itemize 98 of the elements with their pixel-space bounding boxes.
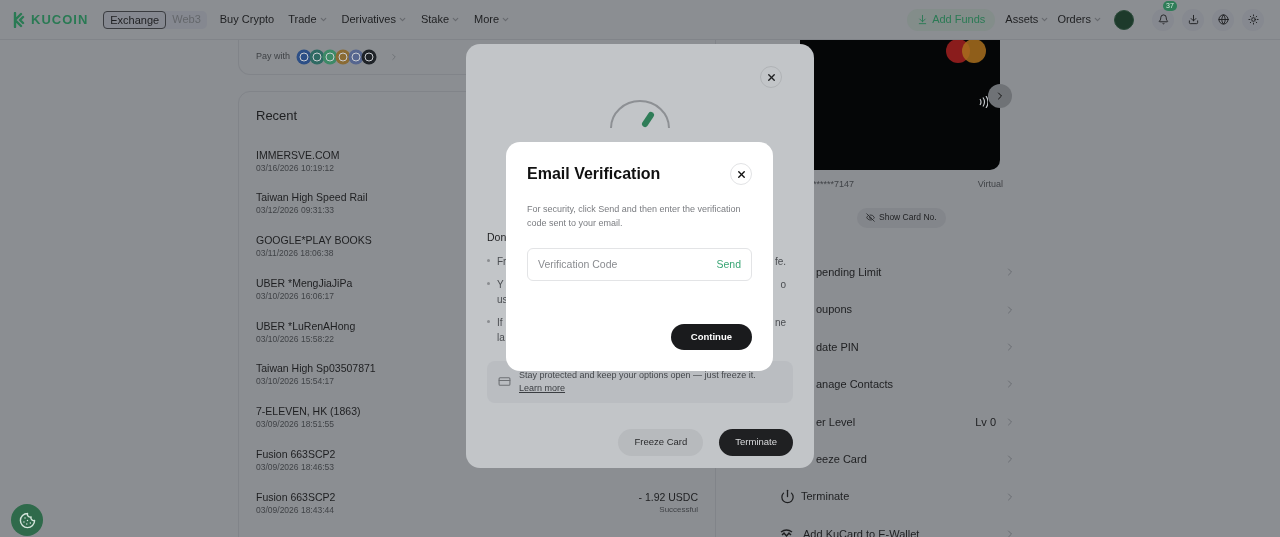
- menu-item-label: er Level: [816, 414, 856, 430]
- card-menu-item[interactable]: Terminate: [760, 477, 1040, 516]
- menu-item-label: oupons: [816, 302, 853, 318]
- nav-item[interactable]: Stake: [420, 11, 461, 28]
- transaction-time: 03/11/2026 18:06:38: [256, 247, 335, 260]
- transaction-time: 03/16/2026 10:19:12: [256, 161, 335, 174]
- merchant-name: UBER *LuRenAHong: [256, 318, 356, 333]
- bullet-text: If: [497, 315, 504, 330]
- logo-icon: [13, 11, 27, 28]
- caret-icon: [397, 15, 407, 24]
- caret-icon: [451, 15, 461, 24]
- globe-icon: [1217, 14, 1229, 25]
- card-icon: [498, 375, 511, 389]
- transaction-time: 03/10/2026 16:06:17: [256, 289, 335, 302]
- menu-item[interactable]: Orders: [1057, 11, 1102, 28]
- menu-item[interactable]: Assets: [1005, 11, 1050, 28]
- nav-item[interactable]: Buy Crypto: [219, 11, 275, 28]
- nav-item[interactable]: Derivatives: [341, 11, 407, 28]
- close-icon: [735, 168, 747, 180]
- merchant-name: GOOGLE*PLAY BOOKS: [256, 233, 372, 248]
- terminate-button[interactable]: Terminate: [719, 428, 793, 456]
- dialog-heading: Don: [487, 230, 508, 245]
- coin-icon: [309, 49, 325, 65]
- show-card-number-button[interactable]: Show Card No.: [857, 207, 946, 228]
- logo-text: KUCOIN: [31, 10, 89, 29]
- menu-item-label: pending Limit: [816, 264, 882, 280]
- verification-code-field[interactable]: Verification Code Send: [527, 248, 752, 281]
- coin-icon: [322, 49, 338, 65]
- transaction-time: 03/09/2026 18:51:55: [256, 418, 335, 431]
- learn-more-link[interactable]: Learn more: [519, 381, 566, 395]
- contactless-icon: [978, 96, 988, 108]
- wallet-link-icon: [780, 529, 793, 537]
- download-icon: [1187, 14, 1199, 25]
- card-menu-item[interactable]: anage Contacts: [760, 365, 1040, 404]
- card-type: Virtual: [977, 178, 1003, 191]
- menu-item-label: date PIN: [816, 339, 859, 355]
- bullet-text: ne: [774, 315, 786, 330]
- deposit-icon: [917, 14, 929, 25]
- coin-icon: [348, 49, 364, 65]
- mode-tab[interactable]: Exchange: [103, 10, 167, 29]
- transaction-time: 03/10/2026 15:54:17: [256, 375, 335, 388]
- merchant-name: 7-ELEVEN, HK (1863): [256, 404, 361, 419]
- bullet-text: la: [497, 330, 505, 345]
- card-number: ******7147: [813, 178, 855, 191]
- transaction-time: 03/09/2026 18:46:53: [256, 461, 335, 474]
- eye-slash-icon: [866, 213, 875, 222]
- continue-button[interactable]: Continue: [670, 324, 752, 350]
- card-menu-item[interactable]: Add KuCard to E-Wallet: [760, 515, 1040, 537]
- menu-item-label: eeze Card: [816, 451, 867, 467]
- power-icon: [780, 489, 795, 505]
- dialog-description: For security, click Send and then enter the verification code sent to your email.: [527, 203, 742, 230]
- freeze-card-button[interactable]: Freeze Card: [618, 428, 704, 456]
- language-button[interactable]: [1212, 8, 1234, 31]
- bullet-text: fe.: [774, 254, 786, 269]
- transaction-status: Successful: [659, 503, 698, 516]
- close-icon: [765, 71, 777, 83]
- caret-icon: [501, 15, 511, 24]
- transaction-time: 03/12/2026 09:31:33: [256, 204, 335, 217]
- transaction-time: 03/10/2026 15:58:22: [256, 332, 335, 345]
- theme-button[interactable]: [1242, 8, 1264, 31]
- nav-item[interactable]: Trade: [288, 11, 328, 28]
- info-text: Stay protected and keep your options open — just freeze it.: [519, 368, 756, 382]
- bullet-text: Fr: [497, 254, 507, 269]
- merchant-name: Fusion 663SCP2: [256, 489, 336, 504]
- menu-item-value: Lv 0: [975, 414, 996, 430]
- bullet-text: o: [780, 277, 786, 292]
- download-button[interactable]: [1182, 8, 1204, 31]
- next-card-button[interactable]: [988, 84, 1012, 108]
- bullet-text: Y: [497, 277, 505, 292]
- notifications-button[interactable]: [1152, 8, 1174, 31]
- merchant-name: IMMERSVE.COM: [256, 147, 340, 162]
- menu-item-label: Terminate: [801, 489, 850, 505]
- caret-icon: [318, 15, 328, 24]
- caret-icon: [1040, 15, 1050, 24]
- avatar[interactable]: [1114, 9, 1134, 30]
- transaction-amount: - 1.92 USDC: [638, 489, 698, 504]
- coin-icon: [361, 49, 377, 65]
- merchant-name: Taiwan High Speed Rail: [256, 190, 368, 205]
- cookie-icon: [18, 511, 36, 529]
- nav-item[interactable]: More: [474, 11, 511, 28]
- coin-icon: [335, 49, 351, 65]
- transaction-time: 03/09/2026 18:43:44: [256, 503, 335, 516]
- section-title: Recent: [256, 107, 299, 125]
- coin-icon: [296, 49, 312, 65]
- dialog-title: Email Verification: [527, 164, 661, 184]
- sun-icon: [1247, 14, 1259, 25]
- caret-icon: [1093, 15, 1102, 24]
- pay-with-label: Pay with: [256, 50, 290, 64]
- merchant-name: UBER *MengJiaJiPa: [256, 275, 353, 290]
- bell-icon: [1157, 14, 1169, 25]
- cookie-settings-button[interactable]: [11, 504, 43, 536]
- transaction-row[interactable]: Fusion 663SCP2 03/09/2026 18:43:44 - 1.92 USDC Successful: [256, 489, 698, 533]
- merchant-name: Fusion 663SCP2: [256, 447, 336, 462]
- card-menu-item[interactable]: date PIN: [760, 328, 1040, 366]
- send-link[interactable]: Send: [716, 256, 741, 273]
- merchant-name: Taiwan High Sp03507871: [256, 361, 376, 376]
- menu-item-label: Add KuCard to E-Wallet: [803, 526, 920, 537]
- menu-item-label: anage Contacts: [816, 377, 894, 393]
